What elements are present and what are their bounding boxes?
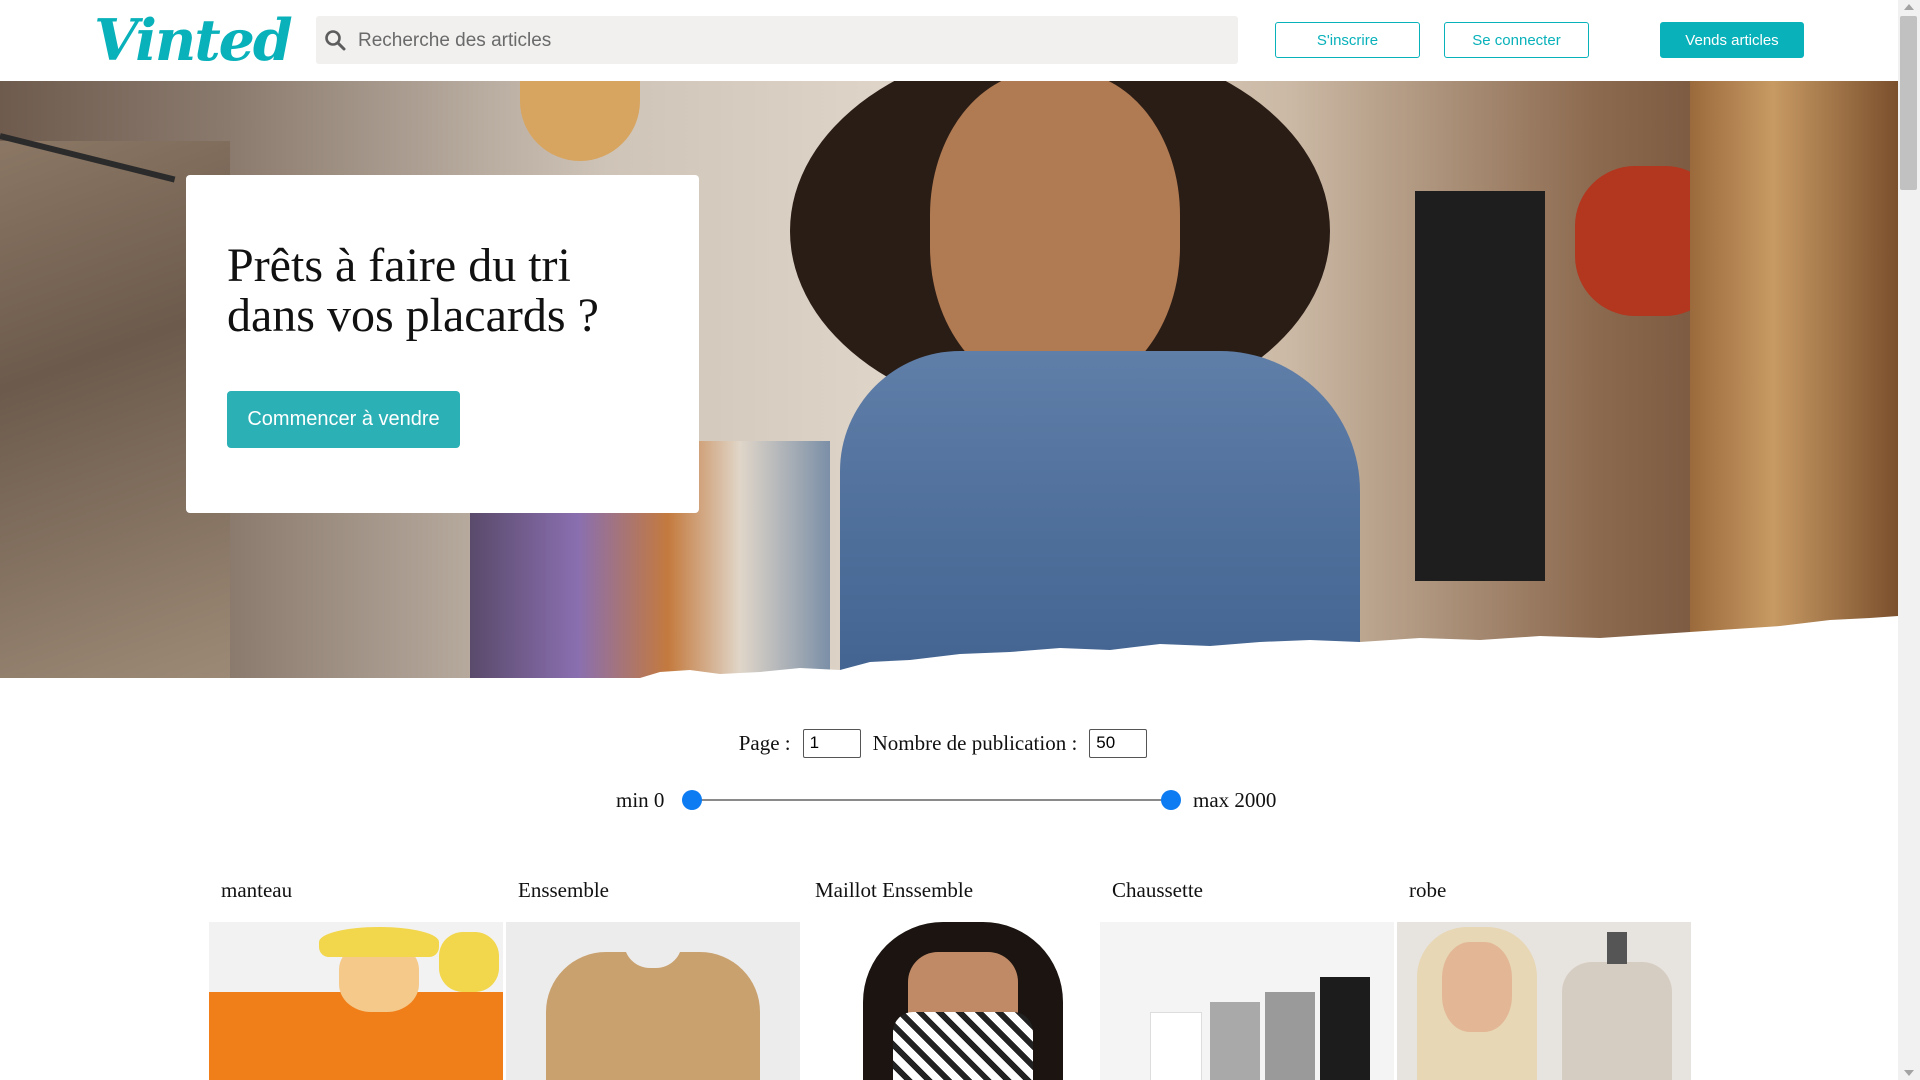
page-input[interactable] xyxy=(802,728,861,758)
price-range-slider: min 0 max 2000 xyxy=(616,782,1283,818)
product-card[interactable]: manteau xyxy=(209,870,503,1080)
scrollbar-thumb[interactable] xyxy=(1900,16,1917,190)
product-title: Chaussette xyxy=(1112,878,1203,902)
scroll-down-icon[interactable] xyxy=(1904,1070,1914,1076)
product-card[interactable]: Maillot Enssemble xyxy=(803,870,1097,1080)
sell-items-button[interactable]: Vends articles xyxy=(1660,22,1804,58)
product-title: robe xyxy=(1409,878,1447,902)
page-scrollbar[interactable] xyxy=(1898,0,1920,1080)
top-header: Vinted S'inscrire Se connecter Vends art… xyxy=(0,0,1898,81)
publication-count-label: Nombre de publication : xyxy=(872,730,1078,755)
search-input[interactable] xyxy=(356,16,1230,66)
scroll-up-icon[interactable] xyxy=(1904,4,1914,10)
vinted-logo[interactable]: Vinted xyxy=(94,6,293,76)
hero-torn-edge xyxy=(0,616,1898,680)
product-card[interactable]: Chaussette xyxy=(1100,870,1394,1080)
hero-photo-hat xyxy=(520,81,640,161)
product-card[interactable]: Enssemble xyxy=(506,870,800,1080)
search-bar[interactable] xyxy=(316,16,1238,66)
search-icon xyxy=(325,30,346,51)
product-card[interactable]: robe xyxy=(1397,870,1691,1080)
hero-title: Prêts à faire du tri dans vos placards ? xyxy=(227,239,599,342)
product-title: Maillot Enssemble xyxy=(815,878,974,902)
product-title: Enssemble xyxy=(518,878,609,902)
product-image[interactable] xyxy=(209,922,503,1080)
start-selling-button[interactable]: Commencer à vendre xyxy=(227,391,460,448)
hero-photo-face xyxy=(930,81,1180,391)
range-min-label: min 0 xyxy=(616,788,665,812)
product-image[interactable] xyxy=(1100,922,1394,1080)
login-button[interactable]: Se connecter xyxy=(1444,22,1589,58)
signup-button[interactable]: S'inscrire xyxy=(1275,22,1420,58)
product-image[interactable] xyxy=(506,922,800,1080)
product-image[interactable] xyxy=(803,922,1097,1080)
product-grid: manteau Enssemble Maillot Enssemble Chau… xyxy=(209,870,1691,1080)
hero-banner: Prêts à faire du tri dans vos placards ?… xyxy=(0,81,1898,680)
range-max-handle[interactable] xyxy=(1161,790,1181,810)
pagination-filters: Page : Nombre de publication : xyxy=(0,718,1898,768)
product-image[interactable] xyxy=(1397,922,1691,1080)
range-min-handle[interactable] xyxy=(682,790,702,810)
page-label: Page : xyxy=(738,730,791,755)
hero-card: Prêts à faire du tri dans vos placards ?… xyxy=(186,175,699,513)
hero-photo-dark-garment xyxy=(1415,191,1545,581)
product-title: manteau xyxy=(221,878,293,902)
range-track[interactable] xyxy=(691,799,1171,801)
publication-count-input[interactable] xyxy=(1089,728,1148,758)
range-max-label: max 2000 xyxy=(1193,788,1277,812)
